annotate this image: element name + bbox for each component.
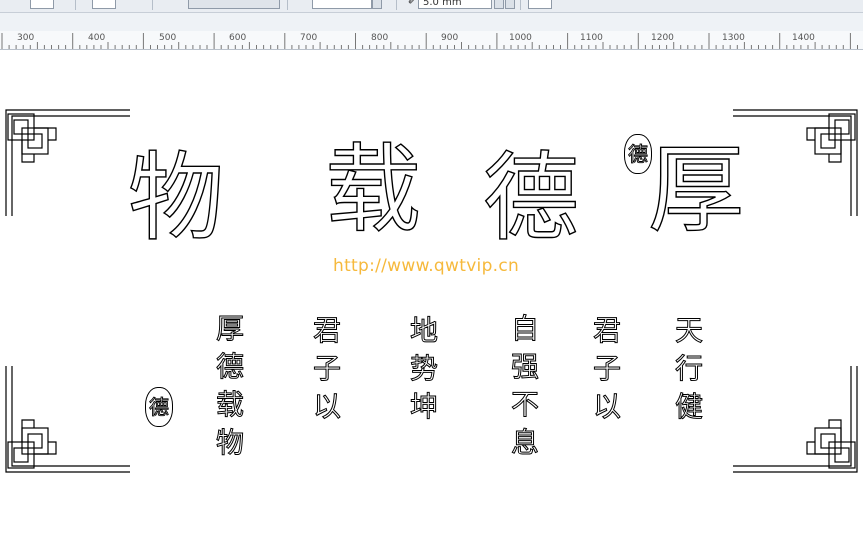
- property-dropdown[interactable]: [188, 0, 280, 9]
- ruler-label: 600: [229, 33, 247, 43]
- property-spinner[interactable]: [372, 0, 382, 9]
- column-char: 天: [674, 314, 703, 348]
- corner-ornament-top-right[interactable]: [728, 106, 863, 216]
- ruler-label: 400: [88, 33, 106, 43]
- property-field-1[interactable]: [30, 0, 54, 9]
- ruler-label: 1200: [651, 33, 674, 43]
- text-column-6[interactable]: 厚 德 载 物: [213, 310, 247, 462]
- text-column-3[interactable]: 自 强 不 息: [508, 310, 542, 462]
- ruler-label: 900: [441, 33, 459, 43]
- text-column-5[interactable]: 君 子 以: [310, 312, 344, 426]
- toolbar-separator: [75, 0, 76, 10]
- column-char: 物: [215, 426, 244, 460]
- seal-bottom[interactable]: 德: [145, 387, 173, 427]
- corner-ornament-bottom-right[interactable]: [728, 366, 863, 476]
- outline-width-spinner-2[interactable]: [505, 0, 515, 9]
- column-char: 势: [409, 352, 438, 386]
- main-char-2[interactable]: 载: [324, 141, 421, 238]
- main-char-3[interactable]: 德: [482, 149, 579, 246]
- column-char: 子: [312, 352, 341, 386]
- column-char: 地: [409, 314, 438, 348]
- column-char: 子: [592, 352, 621, 386]
- ruler-label: 500: [159, 33, 177, 43]
- column-char: 君: [312, 314, 341, 348]
- ruler-label: 1300: [722, 33, 745, 43]
- column-char: 以: [312, 390, 341, 424]
- text-column-4[interactable]: 地 势 坤: [407, 312, 441, 426]
- toolbar-separator: [152, 0, 153, 10]
- corner-ornament-top-left[interactable]: [0, 106, 135, 216]
- seal-top[interactable]: 德: [624, 134, 652, 174]
- text-column-2[interactable]: 君 子 以: [590, 312, 624, 426]
- main-char-4[interactable]: 厚: [647, 141, 744, 238]
- watermark-text: http://www.qwtvip.cn: [333, 256, 520, 276]
- property-bar: ✐ 5.0 mm: [0, 0, 863, 13]
- column-char: 厚: [215, 312, 244, 346]
- ruler-label: 1000: [509, 33, 532, 43]
- outline-pen-icon[interactable]: ✐: [408, 0, 416, 7]
- column-char: 坤: [409, 390, 438, 424]
- property-field-4[interactable]: [528, 0, 552, 9]
- property-field-3[interactable]: [312, 0, 372, 9]
- ruler-label: 300: [17, 33, 35, 43]
- main-char-1[interactable]: 物: [127, 149, 224, 246]
- column-char: 行: [674, 352, 703, 386]
- toolbar-separator: [396, 0, 397, 10]
- toolbar-separator: [287, 0, 288, 10]
- text-column-1[interactable]: 天 行 健: [672, 312, 706, 426]
- column-char: 君: [592, 314, 621, 348]
- outline-width-field[interactable]: 5.0 mm: [418, 0, 492, 9]
- ruler-label: 700: [300, 33, 318, 43]
- outline-width-value: 5.0 mm: [423, 0, 462, 8]
- column-char: 不: [510, 388, 539, 422]
- horizontal-ruler[interactable]: 300 400 500 600 700 800 900 1000 1100 12…: [0, 31, 863, 50]
- ruler-label: 800: [371, 33, 389, 43]
- column-char: 德: [215, 350, 244, 384]
- property-field-2[interactable]: [92, 0, 116, 9]
- column-char: 以: [592, 390, 621, 424]
- ruler-label: 1100: [580, 33, 603, 43]
- column-char: 载: [215, 388, 244, 422]
- toolbar-separator: [520, 0, 521, 10]
- corner-ornament-bottom-left[interactable]: [0, 366, 135, 476]
- outline-width-spinner[interactable]: [494, 0, 504, 9]
- column-char: 强: [510, 350, 539, 384]
- drawing-canvas[interactable]: 物 载 德 厚 德 德 http://www.qwtvip.cn 天 行 健 君…: [0, 50, 863, 535]
- column-char: 自: [510, 312, 539, 346]
- column-char: 健: [674, 390, 703, 424]
- toolbar-strip: [0, 13, 863, 31]
- ruler-label: 1400: [792, 33, 815, 43]
- column-char: 息: [510, 426, 539, 460]
